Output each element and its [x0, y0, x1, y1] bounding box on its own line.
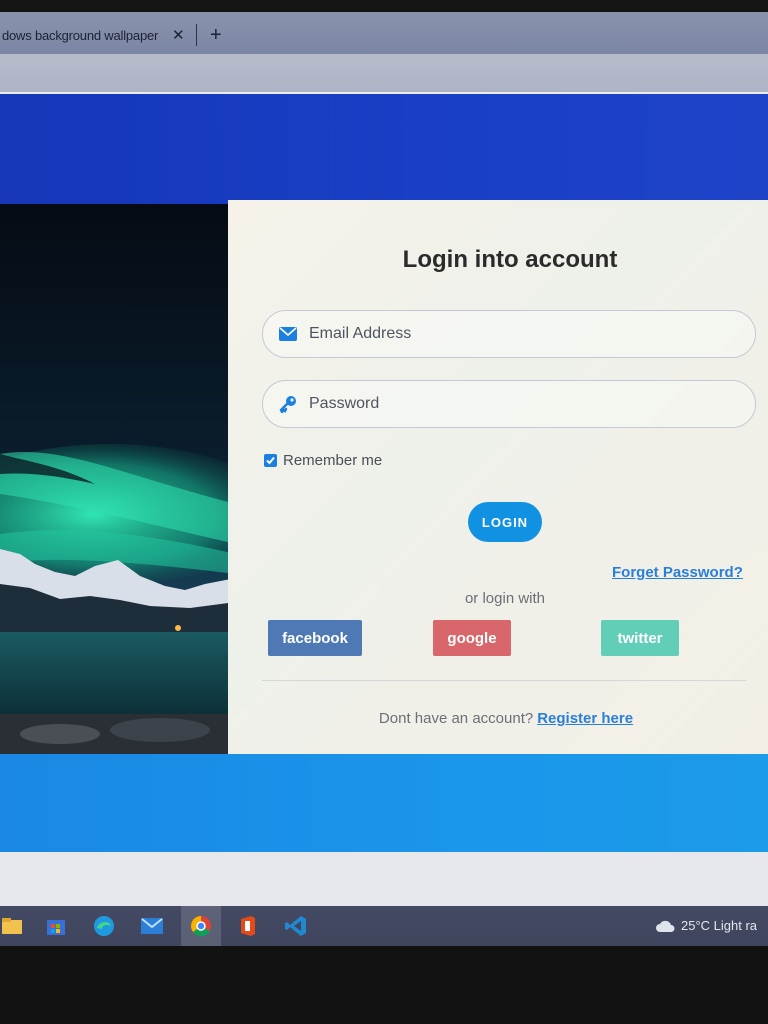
register-row: Dont have an account? Register here: [228, 710, 768, 727]
taskbar: 25°C Light ra: [0, 906, 768, 946]
cloud-icon: [656, 920, 675, 932]
page: Login into account Remember me LOGIN For…: [0, 94, 768, 906]
weather-widget[interactable]: 25°C Light ra: [655, 918, 757, 933]
browser-tab[interactable]: dows background wallpaper - ✕: [0, 20, 194, 50]
envelope-icon: [277, 323, 299, 345]
mail-icon[interactable]: [140, 914, 164, 938]
key-icon: [277, 393, 299, 415]
email-input[interactable]: [307, 324, 731, 344]
top-banner: [0, 94, 768, 204]
edge-icon[interactable]: [92, 914, 116, 938]
password-input[interactable]: [307, 394, 731, 414]
register-link[interactable]: Register here: [537, 710, 633, 727]
password-field[interactable]: [262, 380, 756, 428]
facebook-login-button[interactable]: facebook: [268, 620, 362, 656]
new-tab-icon[interactable]: +: [210, 24, 222, 47]
chrome-icon[interactable]: [189, 914, 213, 938]
weather-text: 25°C Light ra: [681, 918, 758, 933]
remember-me-row[interactable]: Remember me: [264, 452, 382, 469]
office-icon[interactable]: [236, 914, 260, 938]
divider: [262, 680, 746, 681]
aurora-illustration: [0, 204, 236, 756]
aurora-landscape-image: [0, 204, 236, 756]
file-explorer-icon[interactable]: [0, 914, 24, 938]
tab-separator: [196, 24, 197, 46]
email-field[interactable]: [262, 310, 756, 358]
login-button[interactable]: LOGIN: [468, 502, 542, 542]
tab-title: dows background wallpaper -: [2, 27, 162, 43]
browser-tab-strip: dows background wallpaper - ✕ +: [0, 12, 768, 54]
address-bar[interactable]: [0, 54, 768, 94]
register-prompt: Dont have an account?: [378, 710, 534, 727]
monitor-bezel: [0, 946, 768, 1024]
twitter-login-button[interactable]: twitter: [601, 620, 679, 656]
or-login-with-text: or login with: [464, 590, 546, 607]
checkmark-icon: [266, 456, 275, 465]
login-title: Login into account: [402, 246, 618, 273]
remember-me-checkbox[interactable]: [264, 454, 277, 467]
forget-password-link[interactable]: Forget Password?: [612, 564, 743, 581]
login-card: Login into account Remember me LOGIN For…: [228, 200, 768, 760]
vscode-icon[interactable]: [284, 914, 308, 938]
tab-close-icon[interactable]: ✕: [172, 26, 185, 44]
google-login-button[interactable]: google: [433, 620, 511, 656]
bottom-banner: [0, 754, 768, 852]
remember-me-label: Remember me: [283, 452, 383, 469]
microsoft-store-icon[interactable]: [44, 914, 68, 938]
